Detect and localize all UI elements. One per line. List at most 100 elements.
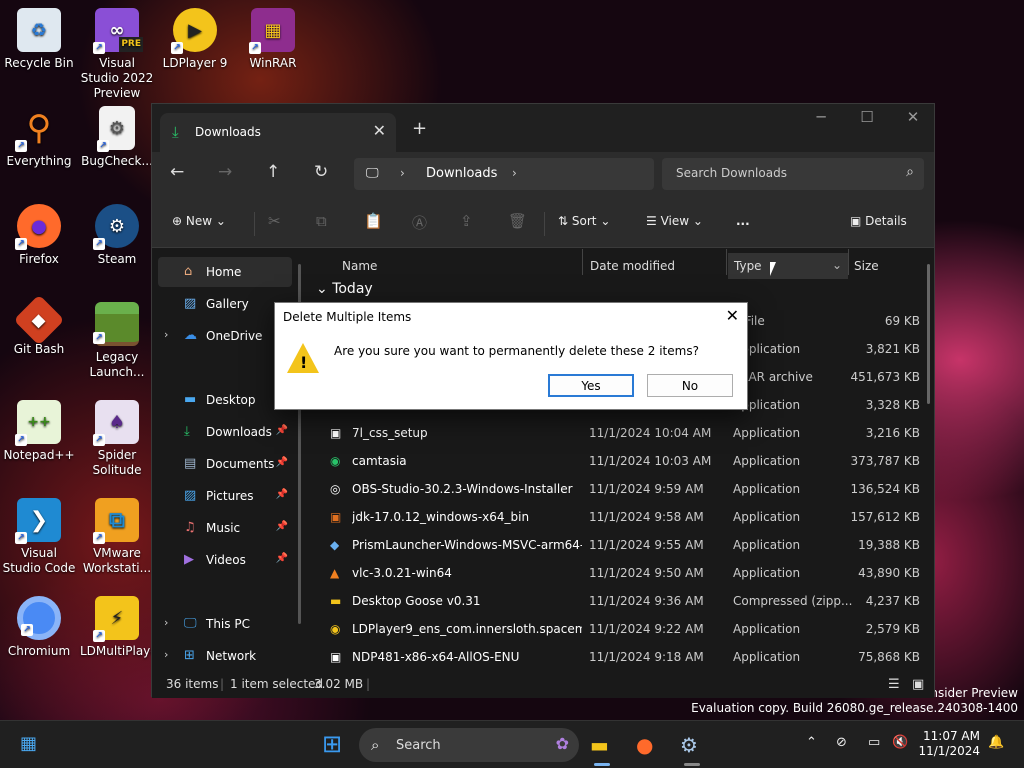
ldplayer-icon: ▶ ↗: [171, 8, 217, 54]
sidebar-item-downloads[interactable]: ⤓ Downloads 📌: [158, 417, 292, 447]
chevron-right-icon[interactable]: ›: [400, 166, 405, 180]
new-tab-button[interactable]: +: [412, 118, 427, 139]
sidebar-item-onedrive[interactable]: › ☁ OneDrive: [158, 321, 292, 351]
sort-button[interactable]: ⇅ Sort ⌄: [558, 214, 610, 228]
notification-bell-icon[interactable]: 🔔: [988, 735, 1004, 750]
up-button[interactable]: ↑: [266, 162, 280, 182]
tab-downloads[interactable]: ⤓ Downloads ✕: [160, 113, 396, 152]
column-header-size[interactable]: Size: [848, 253, 928, 279]
column-header-name[interactable]: Name: [336, 253, 582, 279]
file-row[interactable]: ◆ PrismLauncher-Windows-MSVC-arm64-... 11/…: [318, 531, 930, 559]
yes-button[interactable]: Yes: [548, 374, 634, 397]
desktop-icon-spider-solitude[interactable]: ♠ ↗ Spider Solitude: [80, 400, 154, 478]
desktop-icon-bugcheck[interactable]: ⚙ ↗ BugCheck...: [80, 106, 154, 169]
firefox-taskbar-icon[interactable]: ●: [636, 733, 653, 757]
paste-icon[interactable]: 📋: [364, 212, 383, 230]
file-row[interactable]: ▲ vlc-3.0.21-win64 11/1/2024 9:50 AM Applic…: [318, 559, 930, 587]
desktop-icon-everything[interactable]: ⚲ ↗ Everything: [2, 106, 76, 169]
close-tab-icon[interactable]: ✕: [373, 121, 386, 140]
chevron-right-icon[interactable]: ›: [164, 648, 168, 661]
network-disconnected-icon[interactable]: ⊘: [836, 735, 847, 750]
file-row[interactable]: ▣ NDP481-x86-x64-AllOS-ENU 11/1/2024 9:18 …: [318, 643, 930, 669]
share-icon[interactable]: ⇪: [460, 212, 473, 230]
delete-icon[interactable]: 🗑: [508, 212, 527, 230]
desktop-icon-steam[interactable]: ⚙ ↗ Steam: [80, 204, 154, 267]
file-row[interactable]: ◎ OBS-Studio-30.2.3-Windows-Installer 11/1…: [318, 475, 930, 503]
desktop-icon-vscode[interactable]: ❯ ↗ Visual Studio Code: [2, 498, 76, 576]
desktop-icon-legacy-launcher[interactable]: ↗ Legacy Launch...: [80, 302, 154, 380]
group-header-today[interactable]: ⌄ Today: [316, 281, 373, 297]
file-row[interactable]: ▣ jdk-17.0.12_windows-x64_bin 11/1/2024 9:…: [318, 503, 930, 531]
details-pane-icon: ▣: [850, 214, 862, 228]
view-list-icon: ☰: [646, 214, 657, 228]
minimize-button[interactable]: ─: [798, 108, 844, 126]
chevron-right-icon[interactable]: ›: [164, 328, 168, 341]
settings-taskbar-icon[interactable]: ⚙: [680, 733, 698, 757]
view-button[interactable]: ☰ View ⌄: [646, 214, 703, 228]
file-size: 75,868 KB: [858, 650, 920, 664]
desktop-icon-recycle-bin[interactable]: ♻ Recycle Bin: [2, 8, 76, 71]
chevron-right-icon[interactable]: ›: [512, 166, 517, 180]
rename-icon[interactable]: Ⓐ: [412, 212, 427, 233]
file-name: PrismLauncher-Windows-MSVC-arm64-...: [352, 538, 582, 552]
desktop-icon-chromium[interactable]: ↗ Chromium: [2, 596, 76, 659]
search-input[interactable]: Search Downloads ⌕: [662, 158, 924, 190]
sidebar-item-music[interactable]: ♫ Music 📌: [158, 513, 292, 543]
sidebar-item-documents[interactable]: ▤ Documents 📌: [158, 449, 292, 479]
file-row[interactable]: ▣ 7l_css_setup 11/1/2024 10:04 AM Applicati…: [318, 419, 930, 447]
copy-icon[interactable]: ⧉: [316, 212, 327, 230]
desktop-icon-visual-studio-preview[interactable]: ∞ ↗ PRE Visual Studio 2022 Preview: [80, 8, 154, 101]
address-segment[interactable]: Downloads: [426, 166, 497, 181]
dialog-close-button[interactable]: ✕: [726, 306, 739, 325]
sidebar-item-pictures[interactable]: ▨ Pictures 📌: [158, 481, 292, 511]
tiles-view-toggle[interactable]: ▣: [912, 677, 924, 692]
file-row[interactable]: ▬ Desktop Goose v0.31 11/1/2024 9:36 AM Com…: [318, 587, 930, 615]
more-options-button[interactable]: ...: [736, 214, 750, 228]
forward-button[interactable]: →: [218, 162, 232, 182]
sidebar-item-this-pc[interactable]: › 🖵 This PC: [158, 609, 292, 639]
refresh-button[interactable]: ↻: [314, 162, 328, 182]
address-bar[interactable]: 🖵 › Downloads ›: [354, 158, 654, 190]
desktop-icon-firefox[interactable]: ● ↗ Firefox: [2, 204, 76, 267]
network-icon: ⊞: [184, 648, 195, 663]
file-size: 157,612 KB: [850, 510, 920, 524]
column-divider[interactable]: [726, 249, 727, 275]
file-list-scrollbar[interactable]: [927, 264, 930, 404]
desktop-icon-vmware[interactable]: ⧉ ↗ VMware Workstati...: [80, 498, 154, 576]
cut-icon[interactable]: ✂: [268, 212, 281, 230]
desktop-icon-git-bash[interactable]: ◆ Git Bash: [2, 294, 76, 357]
column-header-date[interactable]: Date modified: [584, 253, 726, 279]
vlc-icon: ▲: [330, 566, 340, 580]
desktop-icon-ldplayer[interactable]: ▶ ↗ LDPlayer 9: [158, 8, 232, 71]
widgets-icon[interactable]: ▦: [20, 733, 37, 754]
column-divider[interactable]: [582, 249, 583, 275]
close-window-button[interactable]: ✕: [890, 108, 936, 126]
display-icon[interactable]: ▭: [868, 735, 880, 750]
sidebar-item-network[interactable]: › ⊞ Network: [158, 641, 292, 671]
sidebar-item-gallery[interactable]: ▨ Gallery: [158, 289, 292, 319]
chevron-down-icon[interactable]: ⌄: [832, 258, 842, 272]
spider-solitaire-icon: ♠ ↗: [93, 400, 139, 446]
sidebar-item-home[interactable]: ⌂ Home: [158, 257, 292, 287]
new-button[interactable]: ⊕ New ⌄: [172, 214, 226, 228]
file-row[interactable]: ◉ LDPlayer9_ens_com.innersloth.spacemafi.…: [318, 615, 930, 643]
desktop-icon-winrar[interactable]: ▦ ↗ WinRAR: [236, 8, 310, 71]
maximize-button[interactable]: ☐: [844, 108, 890, 126]
volume-muted-icon[interactable]: 🔇: [892, 735, 908, 750]
back-button[interactable]: ←: [170, 162, 184, 182]
details-button[interactable]: ▣ Details: [850, 214, 907, 228]
clock[interactable]: 11:07 AM 11/1/2024: [918, 729, 980, 759]
desktop-icon-ldmultiplayer[interactable]: ⚡ ↗ LDMultiPlayer: [80, 596, 163, 659]
start-button[interactable]: ⊞: [322, 730, 342, 758]
file-row[interactable]: ◉ camtasia 11/1/2024 10:03 AM Application 37…: [318, 447, 930, 475]
details-view-toggle[interactable]: ☰: [888, 677, 900, 692]
sidebar-item-desktop[interactable]: ▬ Desktop: [158, 385, 292, 415]
file-explorer-taskbar-icon[interactable]: ▬: [590, 733, 609, 757]
desktop-icon-notepad-plus-plus[interactable]: ++ ↗ Notepad++: [2, 400, 76, 463]
taskbar-search[interactable]: ⌕ Search ✿: [359, 728, 579, 762]
no-button[interactable]: No: [647, 374, 733, 397]
chevron-right-icon[interactable]: ›: [164, 616, 168, 629]
chevron-up-icon[interactable]: ⌃: [806, 735, 817, 750]
column-header-type[interactable]: Type ⌄: [728, 253, 848, 279]
sidebar-item-videos[interactable]: ▶ Videos 📌: [158, 545, 292, 575]
